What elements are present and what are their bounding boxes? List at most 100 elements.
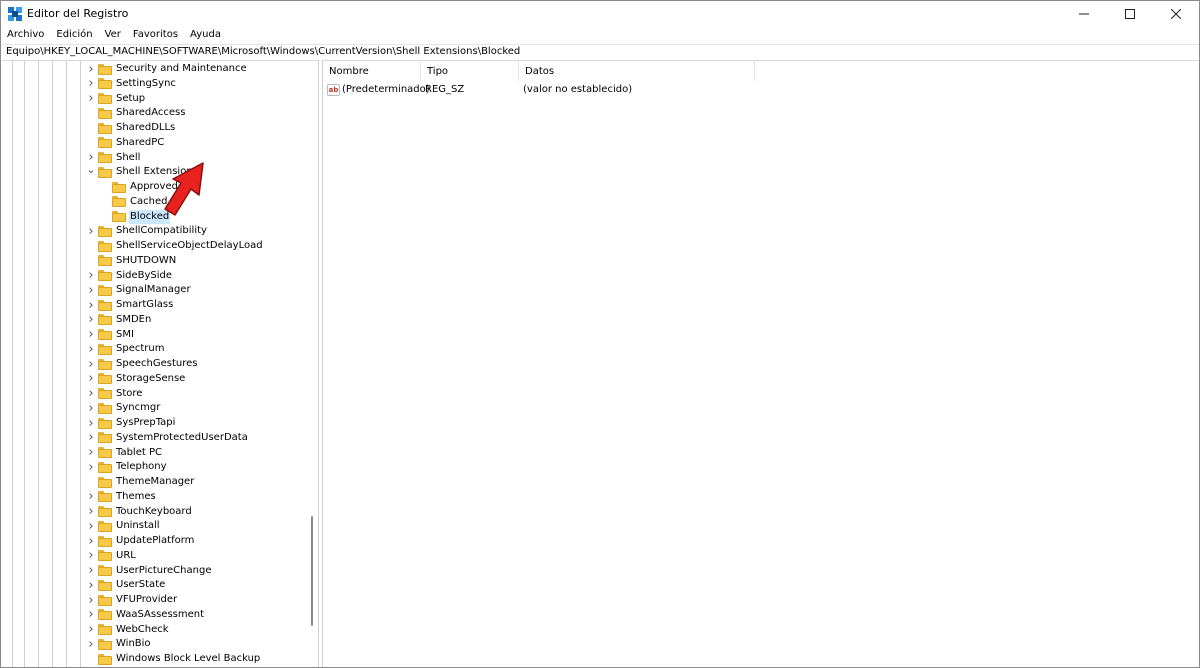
tree-item[interactable]: SHUTDOWN (86, 254, 177, 268)
chevron-right-icon[interactable]: › (86, 76, 96, 91)
tree-item[interactable]: › Tablet PC (86, 445, 163, 460)
tree-item[interactable]: › SMI (86, 327, 135, 342)
menu-archivo[interactable]: Archivo (7, 28, 44, 42)
chevron-right-icon[interactable]: › (86, 534, 96, 549)
tree-item-label: Shell (116, 151, 141, 163)
chevron-right-icon[interactable]: › (86, 607, 96, 622)
tree-item[interactable]: Windows Block Level Backup (86, 652, 261, 666)
folder-icon (98, 240, 112, 252)
chevron-right-icon[interactable]: › (86, 401, 96, 416)
tree-item[interactable]: › Uninstall (86, 519, 161, 534)
folder-icon (98, 270, 112, 281)
chevron-right-icon[interactable]: › (86, 489, 96, 504)
title-bar: Editor del Registro (1, 1, 1199, 27)
chevron-right-icon[interactable]: › (86, 268, 96, 283)
tree-item[interactable]: Cached (100, 195, 168, 209)
folder-icon (98, 122, 112, 134)
chevron-down-icon[interactable]: ⌄ (86, 163, 96, 177)
address-bar[interactable]: Equipo\HKEY_LOCAL_MACHINE\SOFTWARE\Micro… (1, 44, 1199, 59)
tree-item[interactable]: › ShellCompatibility (86, 224, 208, 239)
chevron-right-icon[interactable]: › (86, 637, 96, 652)
menu-bar: Archivo Edición Ver Favoritos Ayuda (1, 27, 1199, 43)
tree-item[interactable]: SharedAccess (86, 106, 186, 120)
folder-icon (98, 63, 112, 75)
minimize-icon (1079, 13, 1089, 15)
tree-item[interactable]: › SpeechGestures (86, 357, 198, 372)
menu-favoritos[interactable]: Favoritos (133, 28, 178, 42)
tree-scrollbar[interactable] (311, 516, 313, 626)
chevron-right-icon[interactable]: › (86, 416, 96, 431)
folder-icon (98, 402, 112, 414)
values-list[interactable]: Nombre Tipo Datos ab (Predeterminado) RE… (323, 60, 1199, 667)
tree-item[interactable]: › UpdatePlatform (86, 534, 195, 549)
chevron-right-icon[interactable]: › (86, 371, 96, 386)
chevron-right-icon[interactable]: › (86, 563, 96, 578)
chevron-right-icon[interactable]: › (86, 548, 96, 563)
tree-item[interactable]: › SideBySide (86, 268, 173, 283)
tree-item[interactable]: › UserPictureChange (86, 563, 212, 578)
chevron-right-icon[interactable]: › (86, 298, 96, 313)
tree-item[interactable]: › SysPrepTapi (86, 416, 176, 431)
tree-item[interactable]: › TouchKeyboard (86, 504, 193, 519)
chevron-right-icon[interactable]: › (86, 504, 96, 519)
chevron-right-icon[interactable]: › (86, 593, 96, 608)
chevron-right-icon[interactable]: › (86, 460, 96, 475)
chevron-right-icon[interactable]: › (86, 283, 96, 298)
tree-item[interactable]: › Security and Maintenance (86, 62, 248, 77)
chevron-right-icon[interactable]: › (86, 622, 96, 637)
chevron-right-icon[interactable]: › (86, 578, 96, 593)
folder-icon (98, 417, 112, 429)
column-header-name[interactable]: Nombre (323, 61, 421, 81)
tree-item[interactable]: ShellServiceObjectDelayLoad (86, 239, 264, 253)
menu-ayuda[interactable]: Ayuda (190, 28, 221, 42)
tree-guide-line (24, 61, 25, 667)
chevron-right-icon[interactable]: › (86, 224, 96, 239)
tree-item[interactable]: › WinBio (86, 637, 152, 652)
chevron-right-icon[interactable]: › (86, 357, 96, 372)
chevron-right-icon[interactable]: › (86, 519, 96, 534)
tree-item[interactable]: › UserState (86, 578, 166, 593)
tree-item[interactable]: › SignalManager (86, 283, 192, 298)
tree-item[interactable]: › URL (86, 548, 137, 563)
column-header-data[interactable]: Datos (519, 61, 755, 81)
menu-edicion[interactable]: Edición (56, 28, 92, 42)
tree-item[interactable]: › SMDEn (86, 312, 152, 327)
minimize-button[interactable] (1061, 1, 1107, 27)
tree-item[interactable]: › Themes (86, 489, 157, 504)
tree-item[interactable]: › SystemProtectedUserData (86, 430, 249, 445)
tree-item[interactable]: › VFUProvider (86, 593, 178, 608)
folder-icon (98, 550, 112, 562)
tree-item[interactable]: › Telephony (86, 460, 168, 475)
chevron-right-icon[interactable]: › (86, 386, 96, 401)
tree-item[interactable]: › WaaSAssessment (86, 607, 205, 622)
tree-item[interactable]: › Setup (86, 91, 146, 106)
tree-item-label: SharedDLLs (116, 122, 176, 133)
chevron-right-icon[interactable]: › (86, 62, 96, 77)
maximize-button[interactable] (1107, 1, 1153, 27)
chevron-right-icon[interactable]: › (86, 430, 96, 445)
tree-item[interactable]: SharedDLLs (86, 121, 176, 135)
tree-item[interactable]: Blocked (100, 209, 171, 224)
tree-item[interactable]: › StorageSense (86, 371, 186, 386)
chevron-right-icon[interactable]: › (86, 327, 96, 342)
chevron-right-icon[interactable]: › (86, 445, 96, 460)
tree-item[interactable]: › Store (86, 386, 143, 401)
tree-item[interactable]: › Syncmgr (86, 401, 161, 416)
menu-ver[interactable]: Ver (105, 28, 121, 42)
chevron-right-icon[interactable]: › (86, 91, 96, 106)
tree-item[interactable]: › SettingSync (86, 76, 177, 91)
tree-item[interactable]: › WebCheck (86, 622, 170, 637)
tree-item[interactable]: › SmartGlass (86, 298, 174, 313)
key-tree[interactable]: › Security and Maintenance › SettingSync › Se… (2, 60, 318, 667)
close-button[interactable] (1153, 1, 1199, 27)
chevron-right-icon[interactable]: › (86, 312, 96, 327)
chevron-right-icon[interactable]: › (86, 342, 96, 357)
tree-item[interactable]: SharedPC (86, 136, 165, 150)
tree-item[interactable]: › Spectrum (86, 342, 165, 357)
tree-item[interactable]: ThemeManager (86, 475, 195, 489)
folder-icon (98, 314, 112, 326)
column-header-type[interactable]: Tipo (421, 61, 519, 81)
value-row[interactable]: ab (Predeterminado) REG_SZ (valor no est… (323, 82, 759, 98)
value-data: (valor no establecido) (523, 84, 633, 95)
tree-item-label: SharedPC (116, 136, 165, 148)
